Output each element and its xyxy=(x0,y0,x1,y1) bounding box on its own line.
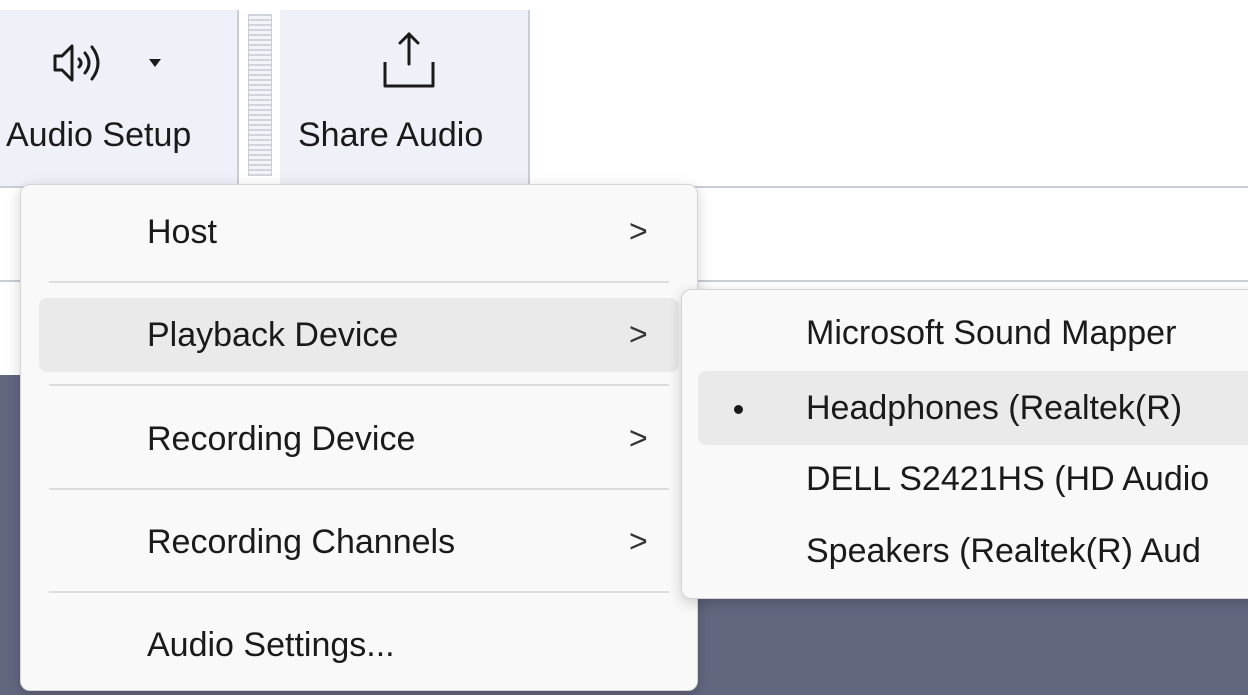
playback-device-option-selected[interactable]: Headphones (Realtek(R) xyxy=(698,371,1248,445)
playback-device-option[interactable]: Microsoft Sound Mapper xyxy=(698,296,1248,370)
share-audio-label: Share Audio xyxy=(298,116,484,154)
menu-divider xyxy=(49,281,669,283)
playback-device-option[interactable]: Speakers (Realtek(R) Aud xyxy=(698,514,1248,588)
option-label: Microsoft Sound Mapper xyxy=(806,314,1177,352)
menu-item-label: Host xyxy=(147,213,217,251)
chevron-right-icon: > xyxy=(629,213,648,249)
toolbar-divider xyxy=(237,10,239,186)
audio-setup-button[interactable] xyxy=(0,10,237,186)
playback-device-option[interactable]: DELL S2421HS (HD Audio xyxy=(698,442,1248,516)
chevron-right-icon: > xyxy=(629,420,648,456)
toolbar-divider xyxy=(528,10,530,186)
menu-item-host[interactable]: Host > xyxy=(39,195,679,269)
menu-divider xyxy=(49,591,669,593)
chevron-right-icon: > xyxy=(629,316,648,352)
option-label: DELL S2421HS (HD Audio xyxy=(806,460,1210,498)
menu-item-playback-device[interactable]: Playback Device > xyxy=(39,298,679,372)
chevron-down-icon[interactable] xyxy=(148,58,162,68)
menu-item-recording-device[interactable]: Recording Device > xyxy=(39,402,679,476)
audio-setup-label: Audio Setup xyxy=(6,116,192,154)
option-label: Speakers (Realtek(R) Aud xyxy=(806,532,1201,570)
chevron-right-icon: > xyxy=(629,523,648,559)
menu-item-label: Audio Settings... xyxy=(147,626,395,664)
selected-bullet-icon xyxy=(734,405,743,414)
share-upload-icon xyxy=(383,32,435,88)
playback-device-submenu: Microsoft Sound Mapper Headphones (Realt… xyxy=(681,289,1248,599)
menu-item-audio-settings[interactable]: Audio Settings... xyxy=(39,608,679,682)
menu-divider xyxy=(49,488,669,490)
menu-item-label: Recording Device xyxy=(147,420,416,458)
option-label: Headphones (Realtek(R) xyxy=(806,389,1183,427)
menu-item-label: Recording Channels xyxy=(147,523,456,561)
menu-item-label: Playback Device xyxy=(147,316,399,354)
toolbar-grip-handle[interactable] xyxy=(248,14,272,176)
menu-divider xyxy=(49,384,669,386)
toolbar: Audio Setup Share Audio xyxy=(0,0,1248,188)
audio-setup-menu: Host > Playback Device > Recording Devic… xyxy=(20,184,698,691)
menu-item-recording-channels[interactable]: Recording Channels > xyxy=(39,505,679,579)
speaker-icon xyxy=(53,44,100,82)
